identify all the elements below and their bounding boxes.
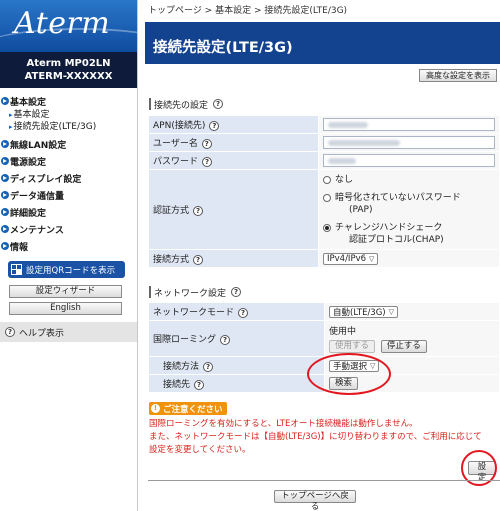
arrow-bullet-icon bbox=[1, 242, 9, 250]
table-row: 接続方法? 手動選択 ▽ bbox=[148, 356, 500, 375]
network-mode-select[interactable]: 自動(LTE/3G) ▽ bbox=[329, 305, 399, 318]
connection-method-select[interactable]: 手動選択 ▽ bbox=[329, 359, 380, 372]
arrow-bullet-icon bbox=[1, 191, 9, 199]
page-title: 接続先設定(LTE/3G) bbox=[145, 22, 500, 64]
table-row: 認証方式? なし 暗号化されていないパスワード (PAP) チャレンジハンドシェー… bbox=[148, 169, 500, 250]
arrow-bullet-icon bbox=[1, 174, 9, 182]
arrow-bullet-icon bbox=[1, 157, 9, 165]
radio-button[interactable] bbox=[323, 175, 331, 184]
triangle-icon: ▸ bbox=[9, 111, 13, 119]
roaming-stop-button[interactable]: 停止する bbox=[380, 340, 427, 353]
device-id: ATERM-XXXXXX bbox=[24, 71, 113, 82]
model-line: Aterm MP02LN bbox=[26, 58, 111, 69]
qr-code-icon bbox=[11, 264, 22, 275]
help-icon[interactable]: ? bbox=[202, 156, 213, 167]
connection-settings-table: APN(接続先)? ユーザー名? パスワード? 認証方式? なし 暗号化されてい… bbox=[148, 115, 500, 268]
sidebar: Aterm Aterm MP02LN ATERM-XXXXXX 基本設定 ▸基本… bbox=[0, 0, 137, 511]
table-row: 接続方式? IPv4/IPv6 ▽ bbox=[148, 249, 500, 268]
main-content: トップページ > 基本設定 > 接続先設定(LTE/3G) 接続先設定(LTE/… bbox=[145, 0, 500, 511]
nav-basic-settings[interactable]: 基本設定 bbox=[0, 94, 137, 109]
table-row: ユーザー名? bbox=[148, 133, 500, 152]
help-link[interactable]: ? ヘルプ表示 bbox=[0, 322, 137, 342]
nav-advanced[interactable]: 詳細設定 bbox=[0, 204, 137, 221]
radio-button[interactable] bbox=[323, 193, 331, 202]
help-icon[interactable]: ? bbox=[193, 254, 204, 265]
caution-message: 国際ローミングを有効にすると、LTEオート接続機能は動作しません。 また、ネット… bbox=[149, 419, 482, 455]
english-button[interactable]: English bbox=[9, 302, 122, 315]
auth-option-chap[interactable]: チャレンジハンドシェーク 認証プロトコル(CHAP) bbox=[323, 222, 495, 246]
connection-settings-heading: 接続先の設定 ? bbox=[149, 98, 224, 111]
roaming-status: 使用中 bbox=[329, 327, 357, 337]
table-row: APN(接続先)? bbox=[148, 115, 500, 134]
search-network-button[interactable]: 検索 bbox=[329, 377, 359, 390]
help-icon[interactable]: ? bbox=[194, 379, 205, 390]
show-qr-code-button[interactable]: 設定用QRコードを表示 bbox=[8, 261, 125, 278]
auth-option-pap[interactable]: 暗号化されていないパスワード (PAP) bbox=[323, 192, 495, 216]
logo-text: Aterm bbox=[14, 6, 111, 41]
arrow-bullet-icon bbox=[1, 208, 9, 216]
arrow-bullet-icon bbox=[1, 97, 9, 105]
divider bbox=[148, 480, 500, 481]
help-icon[interactable]: ? bbox=[193, 205, 204, 216]
aterm-logo: Aterm bbox=[0, 0, 137, 52]
sidebar-divider bbox=[137, 0, 138, 511]
apply-settings-button[interactable]: 設定 bbox=[468, 461, 496, 483]
arrow-bullet-icon bbox=[1, 140, 9, 148]
nav-wireless-lan[interactable]: 無線LAN設定 bbox=[0, 136, 137, 153]
back-to-top-button[interactable]: トップページへ戻る bbox=[274, 490, 356, 511]
help-icon[interactable]: ? bbox=[201, 138, 212, 149]
auth-option-none[interactable]: なし bbox=[323, 174, 495, 186]
table-row: 接続先? 検索 bbox=[148, 374, 500, 393]
exclamation-icon: ! bbox=[151, 404, 160, 413]
help-icon[interactable]: ? bbox=[213, 99, 224, 109]
triangle-icon: ▸ bbox=[9, 123, 13, 131]
chevron-down-icon: ▽ bbox=[388, 307, 395, 316]
model-name: Aterm MP02LN ATERM-XXXXXX bbox=[0, 52, 137, 88]
table-row: 国際ローミング? 使用中 使用する 停止する bbox=[148, 320, 500, 357]
nav-info[interactable]: 情報 bbox=[0, 238, 137, 255]
table-row: ネットワークモード? 自動(LTE/3G) ▽ bbox=[148, 302, 500, 321]
apn-input[interactable] bbox=[323, 118, 495, 131]
network-settings-table: ネットワークモード? 自動(LTE/3G) ▽ 国際ローミング? 使用中 使用する… bbox=[148, 302, 500, 393]
nav-display[interactable]: ディスプレイ設定 bbox=[0, 170, 137, 187]
setup-wizard-button[interactable]: 設定ウィザード bbox=[9, 285, 122, 298]
help-icon: ? bbox=[5, 327, 15, 337]
network-settings-heading: ネットワーク設定 ? bbox=[149, 286, 242, 299]
nav-power[interactable]: 電源設定 bbox=[0, 153, 137, 170]
nav-data-usage[interactable]: データ通信量 bbox=[0, 187, 137, 204]
nav-sub-basic[interactable]: ▸基本設定 bbox=[0, 109, 137, 121]
table-row: パスワード? bbox=[148, 151, 500, 170]
chevron-down-icon: ▽ bbox=[369, 254, 375, 263]
breadcrumb: トップページ > 基本設定 > 接続先設定(LTE/3G) bbox=[148, 6, 348, 16]
caution-badge: ! ご注意ください bbox=[149, 402, 227, 415]
help-icon[interactable]: ? bbox=[220, 334, 231, 345]
help-icon[interactable]: ? bbox=[209, 120, 220, 131]
nav-sub-connection[interactable]: ▸接続先設定(LTE/3G) bbox=[0, 121, 137, 133]
help-icon[interactable]: ? bbox=[238, 307, 249, 318]
roaming-use-button[interactable]: 使用する bbox=[329, 340, 376, 353]
nav-maintenance[interactable]: メンテナンス bbox=[0, 221, 137, 238]
sidebar-nav: 基本設定 ▸基本設定 ▸接続先設定(LTE/3G) 無線LAN設定 電源設定 デ… bbox=[0, 88, 137, 255]
arrow-bullet-icon bbox=[1, 225, 9, 233]
password-input[interactable] bbox=[323, 154, 495, 167]
chevron-down-icon: ▽ bbox=[370, 361, 376, 370]
show-advanced-settings-button[interactable]: 高度な設定を表示 bbox=[419, 69, 497, 82]
connection-type-select[interactable]: IPv4/IPv6 ▽ bbox=[323, 252, 379, 265]
username-input[interactable] bbox=[323, 136, 495, 149]
help-icon[interactable]: ? bbox=[231, 287, 242, 297]
help-icon[interactable]: ? bbox=[203, 361, 214, 372]
radio-button-selected[interactable] bbox=[323, 223, 331, 232]
